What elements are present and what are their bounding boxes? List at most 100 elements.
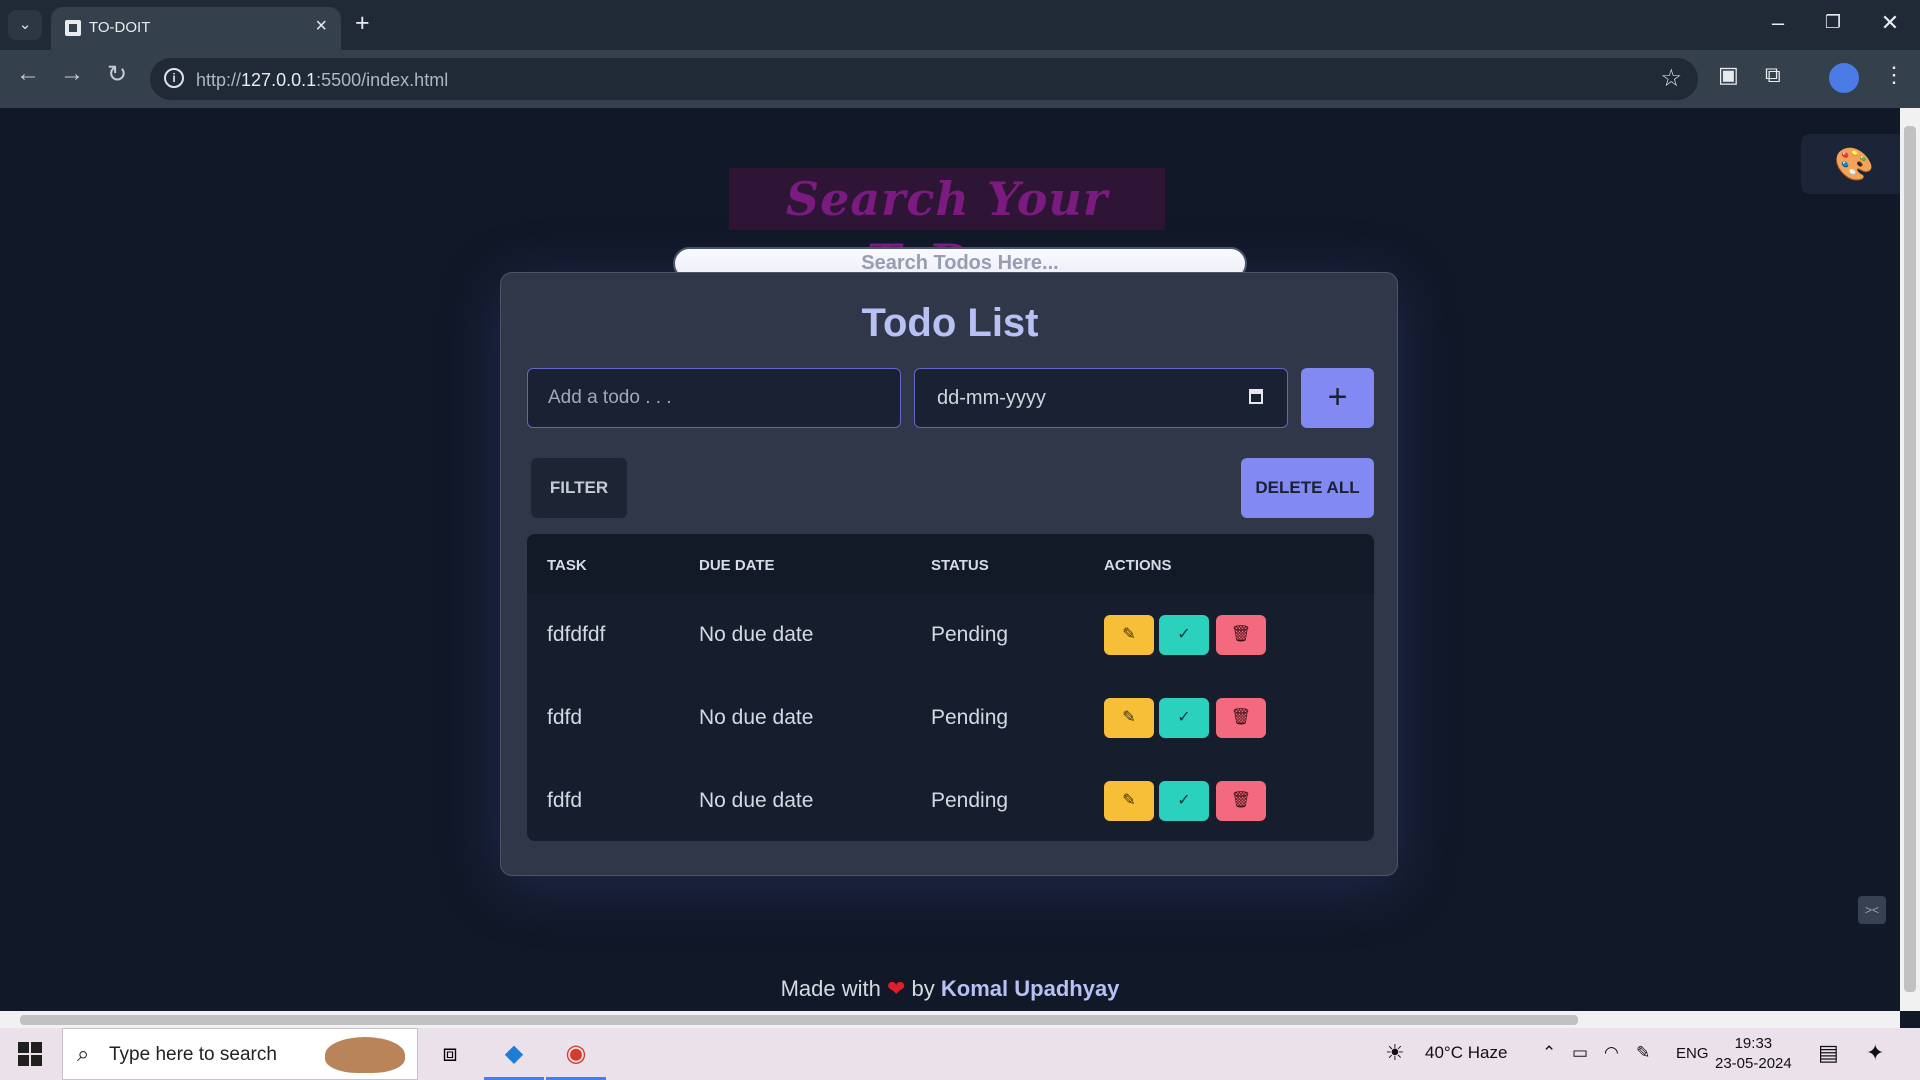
pencil-icon: ✎ — [1122, 709, 1136, 726]
due-date-cell: No due date — [699, 706, 814, 729]
task-cell: fdfdfdf — [547, 623, 606, 646]
delete-button[interactable]: 🗑 — [1216, 698, 1266, 738]
site-info-icon[interactable]: i — [164, 68, 184, 88]
battery-icon[interactable]: ▭ — [1572, 1043, 1588, 1063]
palette-icon[interactable]: 🎨 — [1801, 134, 1900, 194]
status-cell: Pending — [931, 789, 1009, 812]
tray-chevron-icon[interactable]: ⌃ — [1542, 1043, 1556, 1063]
header-actions: ACTIONS — [1104, 557, 1172, 574]
url-text[interactable]: http://127.0.0.1:5500/index.html — [196, 70, 448, 91]
chrome-icon[interactable]: ◉ — [546, 1028, 606, 1080]
task-cell: fdfd — [547, 706, 583, 729]
add-todo-button[interactable]: + — [1301, 368, 1374, 428]
filter-button[interactable]: FILTER — [531, 458, 627, 518]
check-icon: ✓ — [1177, 626, 1191, 643]
extension-icon[interactable]: ▣ — [1718, 62, 1739, 88]
pen-icon[interactable]: ✎ — [1636, 1043, 1650, 1063]
taskbar-search-placeholder: Type here to search — [109, 1044, 277, 1065]
footer-author: Komal Upadhyay — [940, 976, 1120, 1001]
footer: Made with ❤ by Komal Upadhyay — [0, 976, 1900, 1002]
todo-table: TASK DUE DATE STATUS ACTIONS fdfdfdf No … — [527, 534, 1374, 841]
address-bar[interactable]: i http://127.0.0.1:5500/index.html ☆ — [150, 58, 1698, 100]
todo-card: Todo List Add a todo . . . dd-mm-yyyy + … — [500, 272, 1398, 876]
restore-icon[interactable]: ❐ — [1813, 12, 1853, 33]
weather-icon[interactable]: ☀ — [1385, 1040, 1405, 1066]
delete-button[interactable]: 🗑 — [1216, 615, 1266, 655]
weather-text[interactable]: 40°C Haze — [1425, 1043, 1507, 1063]
clock[interactable]: 19:33 23-05-2024 — [1715, 1034, 1792, 1074]
clock-date: 23-05-2024 — [1715, 1055, 1792, 1072]
page-content: Search Your ToDos 🎨 Search Todos Here...… — [0, 108, 1900, 1011]
delete-button[interactable]: 🗑 — [1216, 781, 1266, 821]
pencil-icon: ✎ — [1122, 792, 1136, 809]
browser-tab-strip: ⌄ TO-DOIT × + – ❐ ✕ — [0, 0, 1920, 50]
reload-icon[interactable]: ↻ — [99, 60, 135, 89]
clock-time: 19:33 — [1734, 1035, 1773, 1052]
browser-menu-icon[interactable]: ⋮ — [1883, 62, 1905, 88]
todo-input[interactable]: Add a todo . . . — [527, 368, 901, 428]
edit-button[interactable]: ✎ — [1104, 698, 1154, 738]
minimize-icon[interactable]: – — [1758, 10, 1798, 36]
due-date-cell: No due date — [699, 623, 814, 646]
task-view-icon[interactable]: ⧈ — [420, 1028, 480, 1080]
browser-toolbar: ← → ↻ i http://127.0.0.1:5500/index.html… — [0, 50, 1920, 108]
tab-search-chevron-icon[interactable]: ⌄ — [8, 10, 42, 40]
code-toggle-icon[interactable]: >< — [1858, 896, 1886, 924]
profile-avatar[interactable] — [1829, 63, 1859, 93]
trash-icon: 🗑 — [1230, 709, 1252, 726]
taskbar: ⌕ Type here to search ⧈ ◆ ◉ ☀ 40°C Haze … — [0, 1028, 1920, 1080]
check-icon: ✓ — [1177, 792, 1191, 809]
extensions-puzzle-icon[interactable]: ⧉ — [1765, 62, 1781, 88]
due-date-input[interactable]: dd-mm-yyyy — [914, 368, 1288, 428]
date-placeholder: dd-mm-yyyy — [937, 387, 1046, 409]
due-date-cell: No due date — [699, 789, 814, 812]
vertical-scroll-thumb[interactable] — [1904, 126, 1916, 992]
table-header: TASK DUE DATE STATUS ACTIONS — [527, 534, 1374, 594]
tab-favicon-icon — [65, 20, 81, 36]
table-row: fdfd No due date Pending ✎ ✓ 🗑 — [527, 677, 1374, 760]
edit-button[interactable]: ✎ — [1104, 615, 1154, 655]
taskbar-search[interactable]: ⌕ Type here to search — [62, 1028, 418, 1080]
header-task: TASK — [547, 557, 587, 574]
edit-button[interactable]: ✎ — [1104, 781, 1154, 821]
new-tab-icon[interactable]: + — [355, 11, 370, 36]
windows-start-icon[interactable] — [18, 1042, 42, 1066]
horizontal-scroll-thumb[interactable] — [20, 1015, 1578, 1025]
language-indicator[interactable]: ENG — [1676, 1045, 1709, 1062]
page-heading: Search Your ToDos — [729, 168, 1165, 288]
complete-button[interactable]: ✓ — [1159, 698, 1209, 738]
notification-icon[interactable]: ▤ — [1818, 1040, 1839, 1066]
wifi-icon[interactable]: ◠ — [1604, 1043, 1619, 1063]
copilot-icon[interactable]: ✦ — [1866, 1040, 1884, 1066]
table-row: fdfdfdf No due date Pending ✎ ✓ 🗑 — [527, 594, 1374, 677]
search-highlight-image — [325, 1037, 405, 1073]
calendar-icon[interactable] — [1249, 389, 1263, 404]
footer-prefix: Made with — [780, 976, 881, 1001]
browser-tab[interactable]: TO-DOIT × — [51, 7, 341, 50]
pencil-icon: ✎ — [1122, 626, 1136, 643]
forward-icon[interactable]: → — [54, 60, 90, 88]
table-row: fdfd No due date Pending ✎ ✓ 🗑 — [527, 760, 1374, 841]
tab-close-icon[interactable]: × — [315, 15, 327, 38]
header-status: STATUS — [931, 557, 989, 574]
window-close-icon[interactable]: ✕ — [1870, 10, 1910, 36]
bookmark-star-icon[interactable]: ☆ — [1660, 64, 1682, 93]
delete-all-button[interactable]: DELETE ALL — [1241, 458, 1374, 518]
footer-by: by — [911, 976, 935, 1001]
complete-button[interactable]: ✓ — [1159, 781, 1209, 821]
vscode-icon[interactable]: ◆ — [484, 1028, 544, 1080]
horizontal-scrollbar[interactable] — [0, 1011, 1900, 1028]
back-icon[interactable]: ← — [10, 60, 46, 88]
status-cell: Pending — [931, 706, 1009, 729]
check-icon: ✓ — [1177, 709, 1191, 726]
status-cell: Pending — [931, 623, 1009, 646]
complete-button[interactable]: ✓ — [1159, 615, 1209, 655]
tab-title: TO-DOIT — [89, 19, 151, 36]
header-due-date: DUE DATE — [699, 557, 775, 574]
vertical-scrollbar[interactable] — [1900, 108, 1920, 1011]
card-title: Todo List — [861, 301, 1039, 345]
task-cell: fdfd — [547, 789, 583, 812]
trash-icon: 🗑 — [1230, 792, 1252, 809]
search-icon: ⌕ — [77, 1041, 90, 1066]
heart-icon: ❤ — [886, 976, 906, 1001]
